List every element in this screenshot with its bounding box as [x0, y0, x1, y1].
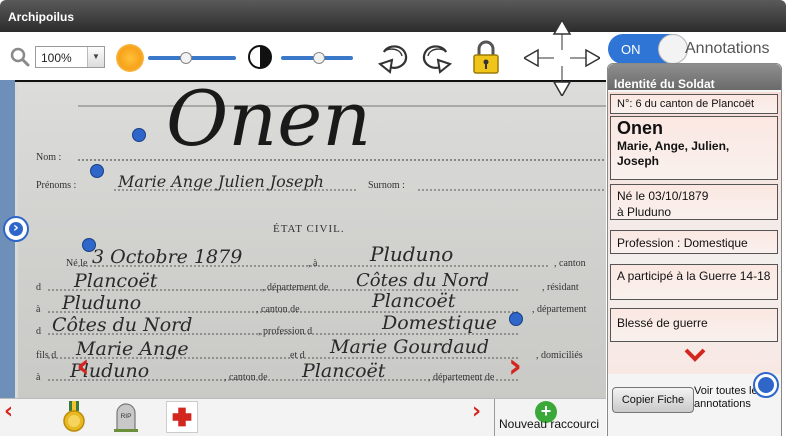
- toggle-knob[interactable]: [658, 34, 688, 64]
- card-profession[interactable]: Profession : Domestique: [610, 230, 778, 254]
- doc-label-canton: , canton: [554, 258, 586, 269]
- doc-profession: Domestique: [382, 312, 498, 334]
- doc-prenoms: Marie Ange Julien Joseph: [118, 172, 324, 191]
- rotate-left-icon[interactable]: [376, 40, 410, 74]
- doc-label-a1: , à: [308, 258, 318, 269]
- doc-lieu: Pluduno: [370, 242, 454, 266]
- pan-arrows-icon[interactable]: [524, 20, 600, 96]
- shortcuts-bar: ‹ RIP › + Nouveau raccourci: [0, 398, 606, 436]
- doc-label-domicilies: , domiciliés: [536, 350, 583, 361]
- red-cross-icon: [172, 407, 192, 427]
- brightness-sun-icon: [116, 44, 144, 72]
- canton-number: N°: 6 du canton de Plancoët: [617, 98, 755, 110]
- new-shortcut-button[interactable]: + Nouveau raccourci: [494, 399, 606, 436]
- expand-panel-button[interactable]: [753, 372, 779, 398]
- card-injury[interactable]: Blessé de guerre: [610, 308, 778, 342]
- doc-canton-res: Plancoët: [372, 290, 456, 312]
- doc-label-surnom: Surnom :: [368, 180, 405, 191]
- new-shortcut-label: Nouveau raccourci: [499, 417, 600, 431]
- annotations-label: Annotations: [685, 40, 770, 57]
- doc-dept-res: Côtes du Nord: [52, 314, 193, 336]
- annotation-marker[interactable]: [82, 238, 96, 252]
- card-canton-number[interactable]: N°: 6 du canton de Plancoët: [610, 94, 778, 114]
- previous-page-arrow[interactable]: ‹: [76, 346, 90, 386]
- doc-label-departement-des: , département de: [262, 282, 329, 293]
- doc-label-canton-de: , canton de: [256, 304, 300, 315]
- first-names: Marie, Ange, Julien, Joseph: [617, 139, 730, 168]
- toolbar: 100% ▼: [0, 32, 606, 80]
- doc-canton-dom: Plancoët: [302, 360, 386, 382]
- doc-label-de1: d: [36, 282, 41, 293]
- brightness-slider-thumb[interactable]: [180, 52, 192, 64]
- chevron-right-icon: ›: [13, 220, 19, 236]
- panel-header: Identité du Soldat: [608, 64, 781, 91]
- lock-icon[interactable]: [472, 40, 500, 74]
- tombstone-icon[interactable]: RIP: [110, 401, 142, 433]
- copy-sheet-button[interactable]: Copier Fiche: [612, 387, 694, 413]
- doc-label-ne-le: Né le: [66, 258, 88, 269]
- annotation-marker[interactable]: [90, 164, 104, 178]
- next-page-arrow[interactable]: ›: [508, 346, 522, 386]
- expand-left-button[interactable]: ›: [3, 216, 29, 242]
- shortcuts-next-arrow[interactable]: ›: [472, 399, 481, 424]
- annotations-toggle[interactable]: ON: [608, 34, 688, 64]
- contrast-slider-thumb[interactable]: [313, 52, 325, 64]
- zoom-select[interactable]: 100% ▼: [35, 46, 105, 68]
- doc-pere: Marie Ange: [76, 338, 189, 360]
- doc-departement: Côtes du Nord: [356, 270, 490, 291]
- document-viewer[interactable]: Onen Nom : Prénoms : Marie Ange Julien J…: [15, 80, 606, 398]
- birth-date: Né le 03/10/1879: [617, 189, 709, 203]
- doc-label-profession: , profession d: [258, 326, 313, 337]
- surname: Onen: [617, 118, 664, 138]
- zoom-value: 100%: [41, 51, 72, 65]
- title-bar: Archipoilus: [0, 0, 786, 32]
- card-identity[interactable]: Onen Marie, Ange, Julien, Joseph: [610, 116, 778, 180]
- shortcuts-prev-arrow[interactable]: ‹: [4, 399, 13, 424]
- brightness-slider[interactable]: [148, 56, 236, 60]
- doc-label-fils-de: fils d: [36, 350, 57, 361]
- injury: Blessé de guerre: [617, 316, 708, 330]
- doc-label-des: d: [36, 326, 41, 337]
- card-birth[interactable]: Né le 03/10/1879 à Pluduno: [610, 184, 778, 220]
- doc-label-departement: , département: [532, 304, 587, 315]
- red-cross-shortcut[interactable]: [166, 401, 198, 433]
- doc-residence: Pluduno: [62, 292, 142, 314]
- doc-canton: Plancoët: [74, 270, 158, 292]
- contrast-icon: [248, 45, 272, 69]
- magnifier-icon[interactable]: [10, 47, 30, 67]
- chevron-down-icon[interactable]: ▼: [87, 47, 104, 67]
- document-scan: Onen Nom : Prénoms : Marie Ange Julien J…: [18, 82, 606, 398]
- app-title: Archipoilus: [8, 10, 75, 24]
- doc-label-a3: à: [36, 372, 41, 383]
- profession: Profession : Domestique: [617, 236, 748, 250]
- doc-mere: Marie Gourdaud: [330, 336, 490, 358]
- panel-title: Identité du Soldat: [614, 77, 715, 91]
- war-participation: A participé à la Guerre 14-18: [617, 269, 771, 283]
- doc-label-canton-de2: , canton de: [224, 372, 268, 383]
- rotate-right-icon[interactable]: [420, 40, 454, 74]
- annotation-marker[interactable]: [509, 312, 523, 326]
- panel-body[interactable]: N°: 6 du canton de Plancoët Onen Marie, …: [608, 92, 781, 374]
- doc-label-resident: , résidant: [542, 282, 579, 293]
- document-surname-handwritten: Onen: [166, 80, 372, 163]
- annotations-panel: ON Annotations Identité du Soldat N°: 6 …: [606, 32, 786, 436]
- doc-label-departement-de2: , département de: [428, 372, 495, 383]
- doc-date: 3 Octobre 1879: [92, 246, 243, 268]
- doc-label-prenoms: Prénoms :: [36, 180, 77, 191]
- doc-label-etat-civil: ÉTAT CIVIL.: [273, 223, 345, 235]
- chevron-down-icon[interactable]: [684, 348, 706, 362]
- tombstone-text: RIP: [121, 413, 132, 420]
- card-war[interactable]: A participé à la Guerre 14-18: [610, 264, 778, 300]
- toggle-state: ON: [621, 42, 641, 57]
- annotation-marker[interactable]: [132, 128, 146, 142]
- doc-label-nom: Nom :: [36, 152, 62, 163]
- medal-icon[interactable]: [58, 401, 90, 433]
- doc-label-a2: à: [36, 304, 41, 315]
- birth-place: à Pluduno: [617, 205, 672, 219]
